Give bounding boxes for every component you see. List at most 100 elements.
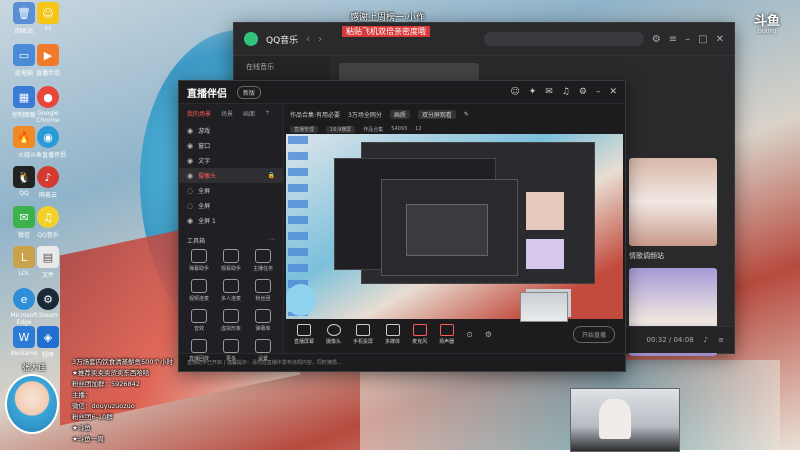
aspect-ratio-button[interactable]: 16:9横屏 [326, 125, 356, 133]
app-icon: ◈ [37, 326, 59, 348]
volume-icon[interactable]: ♪ [704, 336, 708, 344]
source-item[interactable]: ◉ 文字 [179, 153, 283, 168]
minimize-icon[interactable]: – [596, 87, 601, 97]
lock-icon[interactable]: 🔒 [268, 172, 275, 179]
source-item[interactable]: ◌ 全屏 [179, 198, 283, 213]
source-item[interactable]: ◉ 窗口 [179, 138, 283, 153]
gift-icon[interactable]: ✦ [529, 87, 537, 97]
yy-icon: ☺ [37, 2, 59, 24]
forward-arrow-icon[interactable]: › [318, 34, 322, 45]
tool-item[interactable]: 弹幕助手 [183, 249, 215, 272]
source-item[interactable]: ◌ 全屏 [179, 183, 283, 198]
desktop-icon-cloud-music[interactable]: ♪ 网易云 [26, 166, 70, 199]
tool-label: 弹幕助手 [188, 266, 209, 272]
record-icon[interactable]: ⊙ [466, 330, 473, 339]
eye-icon[interactable]: ◉ [187, 142, 193, 150]
desktop-icon-qq-music[interactable]: ♫ QQ音乐 [26, 206, 70, 239]
eye-icon[interactable]: ◉ [187, 172, 193, 180]
eye-icon[interactable]: ◌ [187, 202, 193, 210]
settings-icon[interactable]: ⚙ [652, 34, 661, 45]
steam-icon: ⚙ [37, 288, 59, 310]
version-badge[interactable]: 新版 [237, 85, 262, 99]
speaker-button[interactable]: 扬声器 [439, 323, 454, 345]
overlay-chat-line: ★推荐卖卖卖货卖东西哈哈 [72, 369, 150, 377]
desktop-icon-chrome[interactable]: ● Google Chrome [26, 86, 70, 124]
tool-item[interactable]: 多人连麦 [215, 279, 247, 302]
edit-icon[interactable]: ✎ [464, 111, 469, 118]
desktop-icon-file[interactable]: ▤ 文件 [26, 246, 70, 279]
split-view-button[interactable]: 双分屏观看 [417, 109, 456, 119]
tool-item[interactable]: 粉丝团 [247, 279, 279, 302]
tool-label: 粉丝团 [255, 296, 271, 302]
more-icon [223, 339, 239, 353]
desktop-icon-steam[interactable]: ⚙ Steam [26, 288, 70, 319]
desktop-icon-yy[interactable]: ☺ YY [26, 2, 70, 33]
source-item[interactable]: ◉ 游戏 [179, 123, 283, 138]
close-icon[interactable]: ✕ [609, 87, 617, 97]
overlay-chat-line: ★斗鱼一周 [72, 435, 104, 443]
app-title: 直播伴侣 [187, 88, 227, 100]
eye-icon[interactable]: ◉ [187, 127, 193, 135]
eye-icon[interactable]: ◌ [187, 187, 193, 195]
tab-canvas[interactable]: 画面 [243, 109, 255, 118]
media-button[interactable]: 多媒体 [385, 323, 400, 345]
menu-icon[interactable]: ≡ [669, 34, 677, 45]
live-preview[interactable] [286, 134, 623, 319]
desktop-icon-label: QQ音乐 [37, 232, 59, 239]
source-item[interactable]: ◉ 全屏 1 [179, 213, 283, 228]
start-live-button[interactable]: 开始直播 [572, 325, 615, 343]
room-manage-button[interactable]: 直播管理 [290, 125, 319, 133]
overlay-chat-line: 粉丝团6-10群 [72, 413, 113, 421]
sidebar-item[interactable]: 在线音乐 [234, 56, 329, 78]
live-companion-titlebar: 直播伴侣 新版 ☺ ✦ ✉ ♫ ⚙ – ✕ [179, 81, 625, 104]
playlist-card-caption: 情歌调频站 [629, 252, 664, 260]
sound-effect-icon [191, 309, 207, 323]
back-arrow-icon[interactable]: ‹ [306, 34, 310, 45]
tool-item[interactable]: 弹幕库 [247, 309, 279, 332]
tool-item[interactable]: 虚拟形象 [215, 309, 247, 332]
button-label: 麦克风 [412, 338, 428, 345]
maximize-icon[interactable]: □ [698, 34, 707, 45]
stream-category: 作品合集:有用必要 [290, 111, 341, 119]
tool-label: 主播任务 [252, 266, 273, 272]
tool-item[interactable]: 视频连麦 [183, 279, 215, 302]
source-item-selected[interactable]: ◉ 摄像头 🔒 [179, 168, 283, 183]
screen-capture-button[interactable]: 直播屏幕 [294, 323, 314, 345]
playlist-card[interactable] [629, 158, 717, 246]
settings-icon[interactable]: ⚙ [485, 330, 492, 339]
more-icon[interactable]: ⋯ [269, 236, 275, 245]
bell-icon[interactable]: ♫ [562, 87, 570, 97]
microphone-button[interactable]: 麦克风 [412, 323, 428, 345]
toolbox-header: 工具箱 ⋯ [179, 228, 283, 249]
playlist-icon[interactable]: ≡ [718, 336, 724, 344]
tool-item[interactable]: 音效 [183, 309, 215, 332]
overlay-chat-line: 粉丝团加群：5926842 [72, 380, 140, 388]
tool-item[interactable]: 观看助手 [215, 249, 247, 272]
desktop-icon-app[interactable]: ◈ 程序 [26, 326, 70, 359]
message-icon[interactable]: ✉ [545, 87, 553, 97]
webcam-mini [520, 292, 568, 322]
eye-icon[interactable]: ◉ [187, 157, 193, 165]
desktop-icon-live-app[interactable]: ▶ 直播伴侣 [26, 44, 70, 77]
quality-button[interactable]: 画质 [389, 109, 410, 119]
desktop-icon-douyu[interactable]: ◉ 斗鱼直播伴侣 [26, 126, 70, 159]
watermark-text: 斗鱼 [753, 14, 780, 29]
overlay-chat-line: ★斗鱼 [72, 424, 91, 432]
avatar-icon[interactable]: ☺ [510, 87, 519, 97]
tab-scene[interactable]: 场景 [221, 109, 233, 118]
tool-item[interactable]: 主播任务 [247, 249, 279, 272]
minimize-icon[interactable]: – [685, 34, 690, 45]
add-icon[interactable]: + [265, 109, 270, 118]
settings-icon[interactable]: ⚙ [579, 87, 587, 97]
phone-cast-button[interactable]: 手机投屏 [353, 323, 373, 345]
eye-icon[interactable]: ◉ [187, 217, 193, 225]
tab-my-scene[interactable]: 我的场景 [187, 109, 211, 118]
likes-count: 12 [415, 126, 422, 132]
close-icon[interactable]: ✕ [716, 34, 724, 45]
douyu-icon: ◉ [37, 126, 59, 148]
camera-button[interactable]: 摄像头 [326, 323, 341, 345]
tool-label: 视频连麦 [188, 296, 209, 302]
danmu-library-icon [255, 309, 271, 323]
streamer-name: 张大佳 [22, 363, 46, 372]
qq-music-search-input[interactable] [483, 32, 644, 46]
